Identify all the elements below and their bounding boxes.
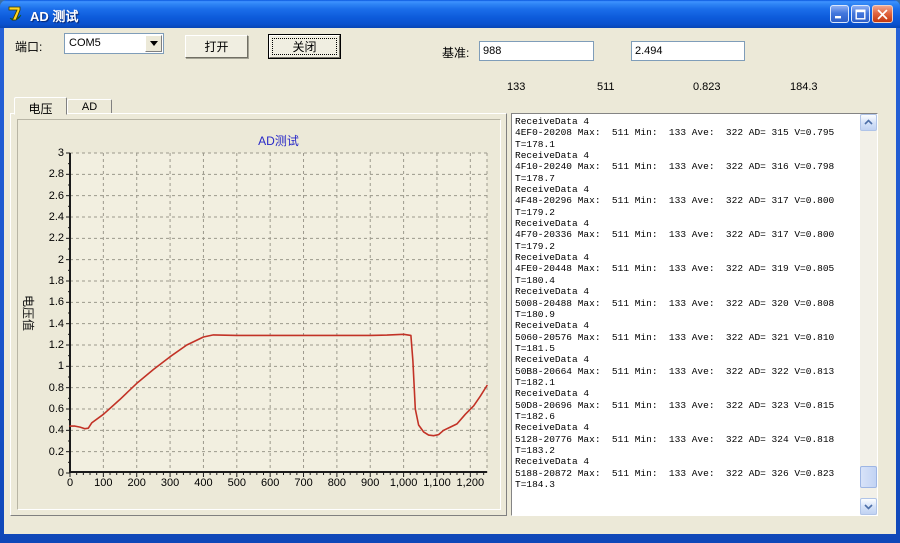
chart-title: AD测试 [258, 134, 299, 148]
log-line: 5188-20872 Max: 511 Min: 133 Ave: 322 AD… [515, 467, 835, 479]
port-label: 端口: [15, 40, 43, 54]
log-line: ReceiveData 4 [515, 252, 590, 264]
tab-voltage[interactable]: 电压 [14, 97, 67, 116]
receive-log-listbox[interactable]: ReceiveData 4 4EF0-20208 Max: 511 Min: 13… [511, 113, 878, 516]
maximize-icon [855, 9, 866, 20]
window-title: AD 测试 [30, 9, 79, 24]
y-tick-label: 1.8 [48, 275, 64, 287]
log-line: 5128-20776 Max: 511 Min: 133 Ave: 322 AD… [515, 433, 835, 445]
y-tick-label: 2.2 [48, 232, 64, 245]
y-tick-label: 3 [57, 147, 64, 159]
log-line: T=179.2 [515, 240, 555, 252]
log-lines: ReceiveData 4 4EF0-20208 Max: 511 Min: 13… [515, 116, 858, 513]
close-button[interactable] [872, 5, 893, 23]
y-tick-label: 2.4 [48, 211, 64, 223]
log-line: T=181.5 [515, 342, 555, 354]
log-line: 4F48-20296 Max: 511 Min: 133 Ave: 322 AD… [515, 195, 835, 207]
y-tick-label: 0.2 [48, 445, 64, 458]
minimize-icon [835, 15, 841, 18]
log-line: T=182.1 [515, 376, 555, 388]
log-line: 4F70-20336 Max: 511 Min: 133 Ave: 322 AD… [515, 229, 835, 241]
chevron-down-icon [149, 41, 158, 46]
y-tick-label: 1 [57, 360, 64, 373]
scrollbar[interactable] [860, 114, 877, 515]
log-line: T=182.6 [515, 410, 555, 422]
log-line: T=178.7 [515, 172, 555, 184]
base-ad-input[interactable] [479, 41, 594, 61]
base-label: 基准: [442, 46, 470, 60]
log-line: T=184.3 [515, 479, 555, 490]
log-line: 5008-20488 Max: 511 Min: 133 Ave: 322 AD… [515, 297, 835, 309]
log-line: ReceiveData 4 [515, 320, 590, 332]
log-line: 4FE0-20448 Max: 511 Min: 133 Ave: 322 AD… [515, 263, 835, 275]
scroll-thumb[interactable] [860, 466, 877, 488]
y-tick-label: 0.6 [48, 403, 64, 415]
log-line: 5060-20576 Max: 511 Min: 133 Ave: 322 AD… [515, 331, 835, 343]
y-tick-label: 0.8 [48, 381, 64, 394]
log-line: ReceiveData 4 [515, 150, 590, 162]
base-voltage-input[interactable] [631, 41, 745, 61]
stat-value-temp: 184.3 [790, 81, 818, 93]
log-line: ReceiveData 4 [515, 388, 590, 400]
log-line: ReceiveData 4 [515, 184, 590, 196]
port-combobox[interactable]: COM5 [64, 33, 164, 54]
log-line: 50D8-20696 Max: 511 Min: 133 Ave: 322 AD… [515, 399, 835, 411]
tab-ad[interactable]: AD [67, 99, 112, 114]
log-line: ReceiveData 4 [515, 354, 590, 366]
y-tick-label: 2.8 [48, 168, 64, 181]
stat-value-voltage: 0.823 [693, 81, 721, 93]
y-tick-label: 1.2 [48, 339, 64, 351]
log-line: T=178.1 [515, 138, 555, 150]
log-line: T=183.2 [515, 444, 555, 456]
open-port-button[interactable]: 打开 [185, 35, 248, 58]
stat-value-min: 133 [507, 81, 526, 93]
y-tick-label: 0 [57, 467, 64, 479]
log-line: T=180.4 [515, 274, 555, 286]
stat-value-max: 511 [597, 81, 615, 93]
log-line: ReceiveData 4 [515, 116, 590, 127]
log-line: ReceiveData 4 [515, 286, 590, 298]
y-tick-label: 2 [57, 253, 64, 266]
close-icon [877, 9, 888, 19]
log-line: ReceiveData 4 [515, 422, 590, 434]
x-tick-label: 1,200 [456, 477, 485, 489]
chart-plot [66, 152, 488, 477]
minimize-button[interactable] [830, 5, 849, 23]
log-line: ReceiveData 4 [515, 218, 590, 230]
chevron-down-icon [864, 504, 873, 510]
log-line: T=179.2 [515, 206, 555, 218]
y-tick-label: 0.4 [48, 424, 64, 437]
dropdown-arrow-button[interactable] [145, 35, 162, 52]
app-icon [8, 6, 22, 21]
titlebar: AD 测试 [0, 0, 900, 28]
maximize-button[interactable] [851, 5, 870, 23]
close-port-button[interactable]: 关闭 [268, 34, 341, 59]
y-tick-label: 2.6 [48, 189, 64, 202]
log-line: 50B8-20664 Max: 511 Min: 133 Ave: 322 AD… [515, 365, 835, 377]
log-line: 4EF0-20208 Max: 511 Min: 133 Ave: 322 AD… [515, 127, 835, 139]
close-port-button-label: 关闭 [269, 35, 340, 58]
y-tick-label: 1.4 [48, 317, 64, 330]
chevron-up-icon [864, 119, 873, 125]
scroll-up-button[interactable] [860, 114, 877, 131]
log-line: 4F10-20240 Max: 511 Min: 133 Ave: 322 AD… [515, 161, 835, 173]
app-window: AD 测试 端口: COM5 打开 关闭 基准: 133 511 0.823 1… [0, 0, 900, 543]
scroll-down-button[interactable] [860, 498, 877, 515]
log-line: ReceiveData 4 [515, 456, 590, 468]
port-value: COM5 [69, 37, 101, 49]
log-line: T=180.9 [515, 308, 555, 320]
y-tick-label: 1.6 [48, 296, 64, 309]
